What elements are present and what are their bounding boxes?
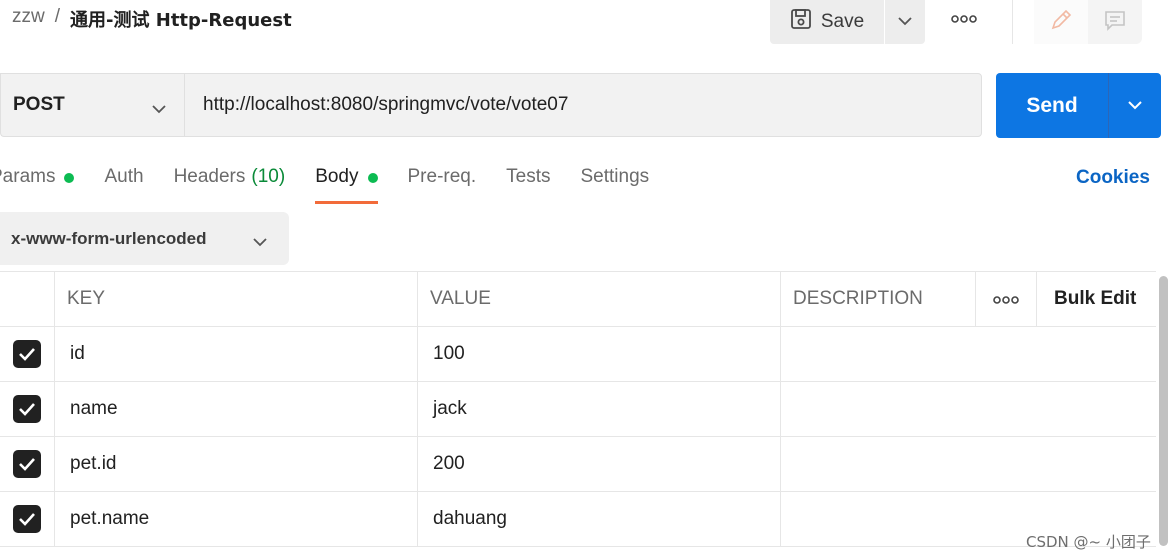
body-type-select[interactable]: x-www-form-urlencoded: [0, 212, 289, 265]
description-cell[interactable]: [781, 327, 1156, 381]
value-cell[interactable]: 100: [418, 327, 781, 381]
save-icon: [790, 8, 812, 36]
header-key: KEY: [55, 272, 418, 326]
request-tabs: Params Auth Headers(10) Body Pre-req. Te…: [0, 166, 679, 206]
toolbar-divider: [1012, 0, 1013, 44]
status-dot: [367, 173, 378, 183]
checkbox-checked-icon: [13, 505, 41, 533]
table-row: name jack: [0, 382, 1156, 437]
tab-label: Body: [315, 166, 359, 187]
save-group: Save: [770, 0, 925, 44]
tab-auth[interactable]: Auth: [104, 166, 143, 206]
tab-label: Pre-req.: [407, 166, 477, 187]
table-row: id 100: [0, 327, 1156, 382]
save-dropdown-button[interactable]: [885, 0, 925, 44]
body-type-label: x-www-form-urlencoded: [11, 228, 207, 248]
tab-label: Params: [0, 166, 56, 187]
edit-icon: [1049, 8, 1073, 37]
send-dropdown-button[interactable]: [1109, 73, 1161, 138]
description-cell[interactable]: [781, 382, 1156, 436]
row-checkbox[interactable]: [0, 327, 55, 381]
chevron-down-icon: [1127, 97, 1143, 115]
header-value: VALUE: [418, 272, 781, 326]
tab-headers[interactable]: Headers (10): [174, 166, 286, 206]
chevron-down-icon: [252, 232, 268, 252]
value-cell[interactable]: dahuang: [418, 492, 781, 546]
more-icon: [951, 10, 977, 28]
tab-params[interactable]: Params: [0, 166, 75, 206]
checkbox-checked-icon: [13, 450, 41, 478]
tab-label: Headers: [173, 166, 246, 187]
description-cell[interactable]: [781, 437, 1156, 491]
more-icon: [993, 288, 1019, 310]
url-input[interactable]: http://localhost:8080/springmvc/vote/vot…: [184, 73, 982, 137]
vertical-scrollbar[interactable]: [1159, 276, 1168, 546]
send-button-group: Send: [996, 73, 1161, 138]
column-options-button[interactable]: [976, 272, 1037, 326]
cookies-link[interactable]: Cookies: [1076, 167, 1150, 189]
tab-label: Auth: [104, 166, 144, 187]
row-checkbox[interactable]: [0, 382, 55, 436]
status-dot: [64, 173, 75, 183]
bulk-edit-button[interactable]: Bulk Edit: [1037, 272, 1156, 326]
checkbox-checked-icon: [13, 395, 41, 423]
row-checkbox[interactable]: [0, 492, 55, 546]
header-check-cell: [0, 272, 55, 326]
table-row: pet.id 200: [0, 437, 1156, 492]
key-cell[interactable]: pet.id: [55, 437, 418, 491]
key-cell[interactable]: id: [55, 327, 418, 381]
row-checkbox[interactable]: [0, 437, 55, 491]
tab-settings[interactable]: Settings: [581, 166, 650, 206]
tab-body[interactable]: Body: [315, 166, 378, 206]
right-toolbar: [1034, 0, 1142, 44]
tab-pre-request[interactable]: Pre-req.: [408, 166, 477, 206]
table-row: pet.name dahuang: [0, 492, 1156, 547]
watermark: CSDN @~ 小团子: [1026, 533, 1151, 551]
comment-icon: [1103, 8, 1127, 37]
method-select[interactable]: POST: [0, 73, 184, 137]
header-description: DESCRIPTION: [781, 272, 976, 326]
save-button[interactable]: Save: [770, 0, 884, 44]
form-params-table: KEY VALUE DESCRIPTION Bulk Edit id 100 n…: [0, 271, 1156, 547]
key-cell[interactable]: name: [55, 382, 418, 436]
checkbox-checked-icon: [13, 340, 41, 368]
chevron-down-icon: [151, 98, 167, 120]
chevron-down-icon: [897, 13, 913, 31]
tab-label: Settings: [580, 166, 650, 187]
breadcrumb: zzw / 通用-测试 Http-Request: [12, 6, 292, 32]
workspace-name[interactable]: zzw: [12, 6, 45, 32]
tab-tests[interactable]: Tests: [506, 166, 550, 206]
save-label: Save: [820, 11, 865, 32]
key-cell[interactable]: pet.name: [55, 492, 418, 546]
send-button[interactable]: Send: [996, 73, 1108, 138]
more-options-button[interactable]: [944, 8, 984, 30]
request-title[interactable]: 通用-测试 Http-Request: [70, 6, 292, 32]
value-cell[interactable]: 200: [418, 437, 781, 491]
tab-count: (10): [251, 166, 286, 187]
breadcrumb-separator: /: [54, 6, 61, 27]
comments-button[interactable]: [1088, 0, 1142, 44]
value-cell[interactable]: jack: [418, 382, 781, 436]
method-label: POST: [13, 94, 65, 115]
tab-label: Tests: [506, 166, 551, 187]
table-header: KEY VALUE DESCRIPTION Bulk Edit: [0, 272, 1156, 327]
edit-button[interactable]: [1034, 0, 1088, 44]
